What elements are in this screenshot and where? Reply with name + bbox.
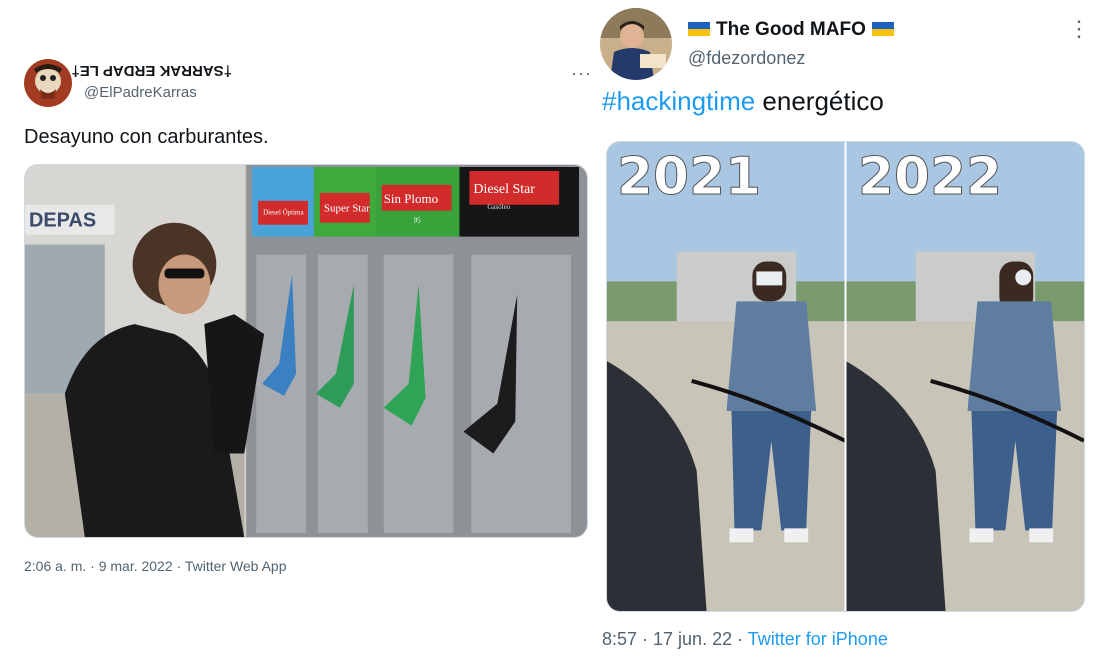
year-label-2022: 2022 [858,147,1002,207]
svg-text:Super Star: Super Star [324,203,370,215]
refueling-comparison-photo: 2021 2022 [607,142,1084,611]
ukraine-flag-icon [871,20,894,36]
tweet-source-link[interactable]: Twitter for iPhone [748,629,888,649]
svg-text:Gasóleo: Gasóleo [487,203,510,211]
handle[interactable]: @fdezordonez [688,48,805,69]
svg-text:95: 95 [414,217,421,225]
display-name[interactable]: †SARRAK ERDAP LE† [71,62,232,79]
tweet-text: Desayuno con carburantes. [24,126,269,148]
storefront-sign: DEPAS [29,210,96,232]
tweet-timestamp[interactable]: 8:57 · 17 jun. 22 · Twitter for iPhone [602,629,888,650]
svg-text:Sin Plomo: Sin Plomo [384,191,438,206]
more-options-icon[interactable]: ··· [571,64,592,82]
tweet-right: The Good MAFO @fdezordonez ⋮ #hackingtim… [590,0,1115,663]
avatar-elpadrekarras[interactable] [24,59,72,107]
tweet-timestamp[interactable]: 2:06 a. m. · 9 mar. 2022 · Twitter Web A… [24,558,287,574]
more-options-icon[interactable]: ⋮ [1068,18,1091,40]
svg-text:Diesel Óptima: Diesel Óptima [263,209,303,217]
hashtag-link[interactable]: #hackingtime [602,86,755,116]
avatar-fdezordonez[interactable] [600,8,672,80]
tweet-left: †SARRAK ERDAP LE† @ElPadreKarras ··· Des… [0,0,600,663]
svg-text:Diesel Star: Diesel Star [473,182,535,197]
display-name[interactable]: The Good MAFO [688,19,894,41]
ukraine-flag-icon [688,20,710,36]
tweet-media-image[interactable]: 2021 2022 [606,141,1085,612]
tweet-media-image[interactable]: DEPAS Diesel Óptima Super Star Sin Plomo… [24,164,588,538]
year-label-2021: 2021 [617,147,761,207]
gas-pump-photo: DEPAS Diesel Óptima Super Star Sin Plomo… [25,165,587,537]
handle[interactable]: @ElPadreKarras [84,84,197,101]
tweet-text: #hackingtime energético [602,86,884,116]
